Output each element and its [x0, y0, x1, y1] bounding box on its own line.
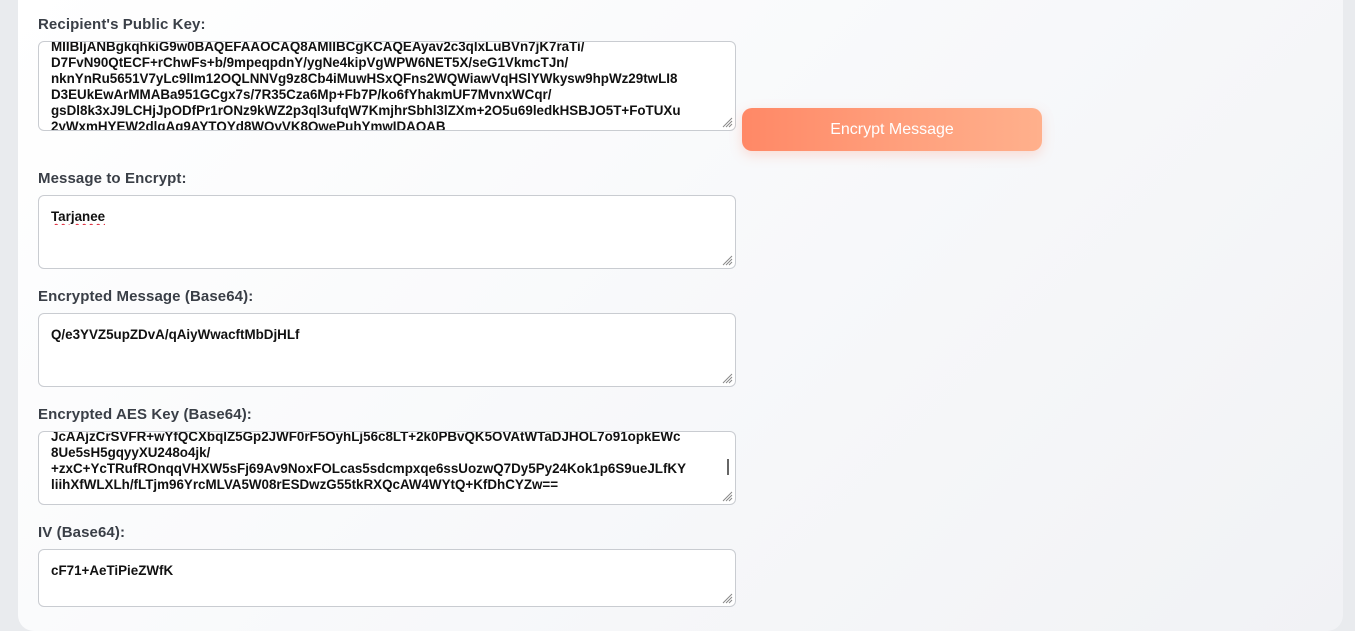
iv-value: cF71+AeTiPieZWfK [51, 563, 174, 578]
aes-key-line: 8Ue5sH5gqyyXU248o4jk/ [51, 445, 211, 460]
aes-key-label: Encrypted AES Key (Base64): [38, 406, 252, 423]
encrypted-message-label: Encrypted Message (Base64): [38, 288, 254, 305]
resize-grip-icon[interactable] [721, 372, 733, 384]
aes-key-line: liihXfWLXLh/fLTjm96YrcMLVA5W08rESDwzG55t… [51, 477, 559, 492]
aes-key-line: +zxC+YcTRufROnqqVHXW5sFj69Av9NoxFOLcas5s… [51, 461, 687, 476]
aes-key-line: JcAAjzCrSVFR+wYfQCXbqlZ5Gp2JWF0rF5OyhLj5… [51, 431, 681, 444]
public-key-textarea[interactable]: MIIBIjANBgkqhkiG9w0BAQEFAAOCAQ8AMIIBCgKC… [38, 41, 736, 131]
public-key-line: D3EUkEwArMMABa951GCgx7s/7R35Cza6Mp+Fb7P/… [51, 87, 552, 102]
encrypt-message-button[interactable]: Encrypt Message [742, 108, 1042, 151]
resize-grip-icon[interactable] [721, 116, 733, 128]
encrypted-message-value: Q/e3YVZ5upZDvA/qAiyWwacftMbDjHLf [51, 327, 300, 342]
message-textarea[interactable]: Tarjanee [38, 195, 736, 269]
resize-grip-icon[interactable] [721, 254, 733, 266]
public-key-line: MIIBIjANBgkqhkiG9w0BAQEFAAOCAQ8AMIIBCgKC… [51, 41, 585, 54]
resize-grip-icon[interactable] [721, 592, 733, 604]
iv-textarea[interactable]: cF71+AeTiPieZWfK [38, 549, 736, 607]
resize-grip-icon[interactable] [721, 490, 733, 502]
text-caret [727, 459, 729, 475]
aes-key-textarea[interactable]: JcAAjzCrSVFR+wYfQCXbqlZ5Gp2JWF0rF5OyhLj5… [38, 431, 736, 505]
public-key-line: D7FvN90QtECF+rChwFs+b/9mpeqpdnY/ygNe4kip… [51, 55, 569, 70]
public-key-line: 2yWxmHYEW2dlqAg9AYTQYd8WOvVK8QwePuhYmwID… [51, 119, 446, 131]
public-key-line: gsDl8k3xJ9LCHjJpODfPr1rONz9kWZ2p3ql3ufqW… [51, 103, 681, 118]
public-key-line: nknYnRu5651V7yLc9lIm12OQLNNVg9z8Cb4iMuwH… [51, 71, 678, 86]
iv-label: IV (Base64): [38, 524, 126, 541]
encrypted-message-textarea[interactable]: Q/e3YVZ5upZDvA/qAiyWwacftMbDjHLf [38, 313, 736, 387]
message-label: Message to Encrypt: [38, 170, 187, 187]
public-key-label: Recipient's Public Key: [38, 16, 206, 33]
message-value: Tarjanee [51, 209, 106, 224]
